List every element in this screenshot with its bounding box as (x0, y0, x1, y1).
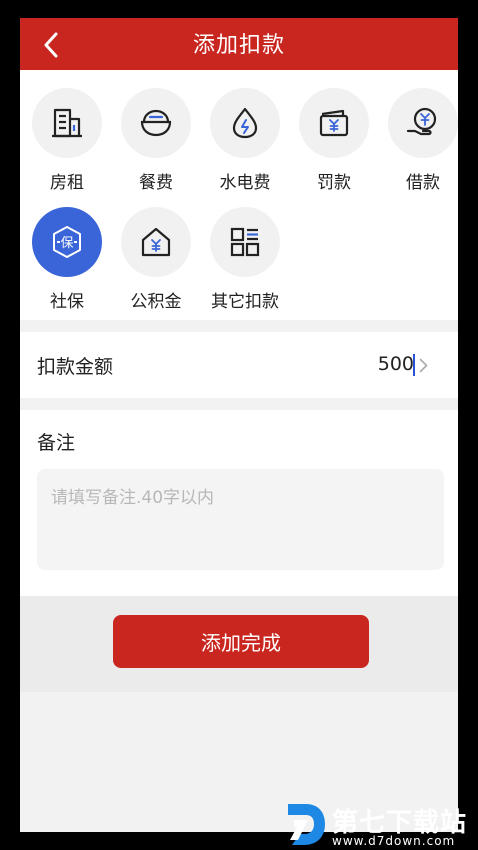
category-fine[interactable]: 罚款 (294, 70, 374, 193)
hand-yen-icon (406, 107, 437, 136)
category-social-security-label: 社保 (50, 292, 84, 312)
category-other-circle (210, 207, 280, 277)
category-social-security[interactable]: 保 社保 (27, 189, 107, 312)
category-housing-fund[interactable]: 公积金 (116, 189, 196, 312)
text-cursor (413, 354, 415, 376)
category-other[interactable]: 其它扣款 (205, 189, 285, 312)
wallet-yen-icon (319, 109, 349, 137)
app-screen: 添加扣款 房租 餐费 水电费 罚款 借款 保 社保 公积金 其它扣款 扣款金额 … (20, 18, 458, 832)
category-fine-circle (299, 88, 369, 158)
category-loan-circle (388, 88, 458, 158)
remark-input[interactable] (37, 469, 444, 570)
category-meal-circle (121, 88, 191, 158)
category-grid: 房租 餐费 水电费 罚款 借款 保 社保 公积金 其它扣款 (20, 70, 458, 320)
remark-section: 备注 (20, 410, 458, 596)
house-yen-icon (141, 227, 171, 257)
category-housing-fund-label: 公积金 (130, 292, 182, 312)
site-watermark: 第七下载站 www.d7down.com (282, 800, 478, 850)
remark-label: 备注 (37, 432, 76, 454)
category-loan[interactable]: 借款 (383, 70, 458, 193)
watermark-url: www.d7down.com (332, 834, 456, 848)
submit-button[interactable]: 添加完成 (113, 615, 369, 668)
category-other-label: 其它扣款 (211, 292, 279, 312)
chevron-right-icon (419, 358, 428, 373)
shield-bao-text: 保 (60, 236, 73, 251)
category-rent-circle (32, 88, 102, 158)
header-bar: 添加扣款 (20, 18, 458, 70)
page-title: 添加扣款 (192, 33, 285, 58)
shield-bao-icon: 保 (53, 226, 81, 258)
category-meal[interactable]: 餐费 (116, 70, 196, 193)
amount-row[interactable]: 扣款金额 500 (20, 332, 458, 398)
submit-area: 添加完成 (20, 596, 458, 692)
amount-input[interactable]: 500 (378, 353, 414, 375)
category-utilities[interactable]: 水电费 (205, 70, 285, 193)
category-utilities-circle (210, 88, 280, 158)
rice-bowl-icon (140, 109, 172, 137)
d7-logo-icon (288, 804, 325, 845)
category-fine-label: 罚款 (317, 173, 351, 193)
building-icon (52, 108, 82, 138)
grid-list-icon (230, 227, 260, 257)
category-rent[interactable]: 房租 (27, 70, 107, 193)
category-housing-fund-circle (121, 207, 191, 277)
amount-label: 扣款金额 (37, 356, 114, 378)
category-social-security-circle: 保 (32, 207, 102, 277)
water-drop-icon (232, 107, 258, 139)
category-loan-label: 借款 (406, 173, 440, 193)
